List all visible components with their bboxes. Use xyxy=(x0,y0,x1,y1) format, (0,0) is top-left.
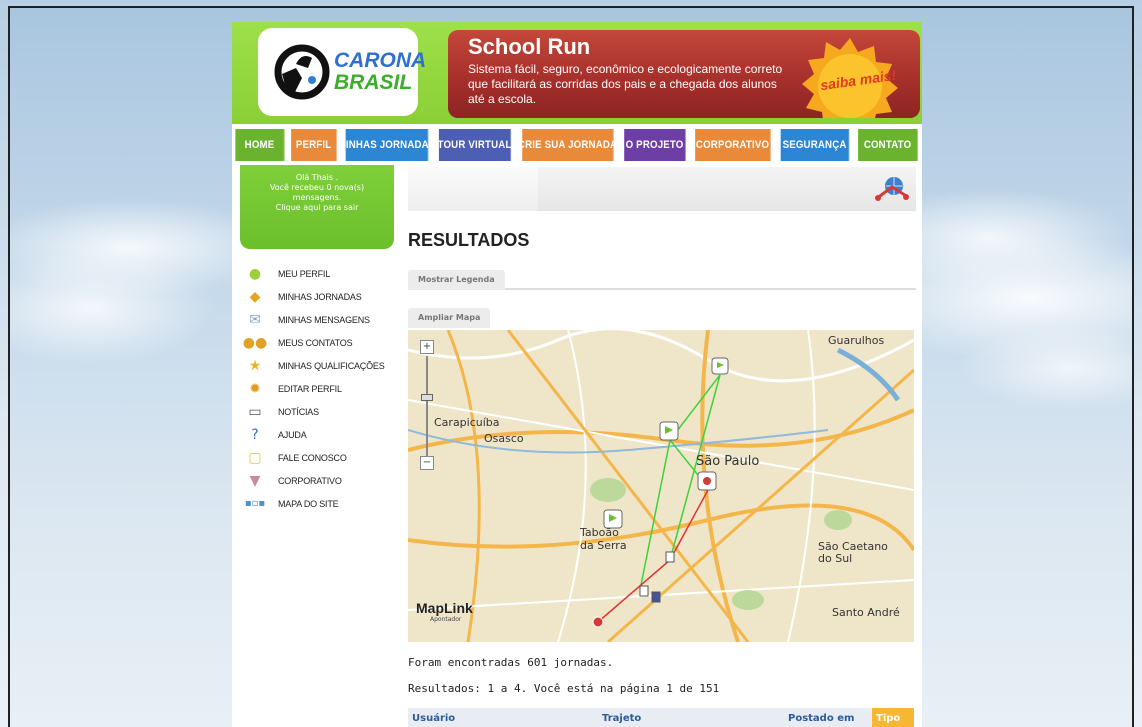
user-greeting-box: Olá Thais . Você recebeu 0 nova(s) mensa… xyxy=(240,165,394,249)
map-label-da-serra: da Serra xyxy=(580,539,627,552)
sidebar-item-label: CORPORATIVO xyxy=(278,475,342,486)
show-legend-tab[interactable]: Mostrar Legenda xyxy=(408,270,505,290)
mail-icon: ✉ xyxy=(249,311,261,328)
help-icon: ? xyxy=(251,426,259,443)
content-top-bar xyxy=(408,167,916,211)
banner-text: Sistema fácil, seguro, econômico e ecolo… xyxy=(468,62,783,106)
logo-text: CARONA BRASIL xyxy=(334,50,426,94)
nav-minhas-jornadas[interactable]: MINHAS JORNADAS xyxy=(338,129,435,161)
map-marker-icon xyxy=(697,471,717,491)
results-table-header: Usuário Trajeto Postado em Tipo xyxy=(408,708,914,727)
column-header-postado-em[interactable]: Postado em xyxy=(784,708,872,727)
nav-tour-virtual[interactable]: TOUR VIRTUAL xyxy=(438,129,511,161)
pagination-info: Resultados: 1 a 4. Você está na página 1… xyxy=(408,682,720,695)
nav-o-projeto[interactable]: O PROJETO xyxy=(624,129,686,161)
sidebar-item-label: MINHAS MENSAGENS xyxy=(278,314,370,325)
zoom-track[interactable] xyxy=(426,356,428,456)
news-icon: ▭ xyxy=(248,403,262,420)
sidebar-item-fale-conosco[interactable]: ▢ FALE CONOSCO xyxy=(244,446,404,469)
map-roads xyxy=(408,330,914,642)
map-label-carapicuiba: Carapicuíba xyxy=(434,416,500,429)
maplink-logo: MapLink xyxy=(416,600,473,616)
map-label-sao-paulo: São Paulo xyxy=(696,454,760,469)
school-run-banner[interactable]: School Run Sistema fácil, seguro, econôm… xyxy=(448,30,920,118)
logout-link[interactable]: Clique aqui para sair xyxy=(240,203,394,213)
site-header: CARONA BRASIL School Run Sistema fácil, … xyxy=(232,22,922,124)
sidebar-item-minhas-jornadas[interactable]: ◆ MINHAS JORNADAS xyxy=(244,285,404,308)
nav-home[interactable]: HOME xyxy=(235,129,285,161)
column-header-tipo[interactable]: Tipo xyxy=(872,708,914,727)
sidebar-item-label: MEU PERFIL xyxy=(278,268,331,279)
route-map[interactable]: Guarulhos Carapicuíba Osasco São Paulo T… xyxy=(408,330,914,642)
top-bar-tab xyxy=(408,167,538,211)
sidebar-item-mapa-do-site[interactable]: ▪▫▪ MAPA DO SITE xyxy=(244,492,404,515)
logo-line-2: BRASIL xyxy=(334,71,413,94)
nav-contato[interactable]: CONTATO xyxy=(858,129,918,161)
banner-title: School Run xyxy=(468,34,591,59)
page-title: RESULTADOS xyxy=(408,230,530,250)
site-container: CARONA BRASIL School Run Sistema fácil, … xyxy=(232,22,922,727)
sidebar-item-meu-perfil[interactable]: ● MEU PERFIL xyxy=(244,262,404,285)
sidebar-item-editar-perfil[interactable]: ✹ EDITAR PERFIL xyxy=(244,377,404,400)
sidebar-item-minhas-mensagens[interactable]: ✉ MINHAS MENSAGENS xyxy=(244,308,404,331)
zoom-control: + − xyxy=(420,340,434,472)
sidebar-item-ajuda[interactable]: ? AJUDA xyxy=(244,423,404,446)
map-tab-bar: Ampliar Mapa xyxy=(408,308,916,328)
sidebar-item-minhas-qualificacoes[interactable]: ★ MINHAS QUALIFICAÇÕES xyxy=(244,354,404,377)
map-label-taboao: Taboão xyxy=(580,526,619,539)
maplink-subtext: Apontador xyxy=(430,616,462,623)
zoom-out-button[interactable]: − xyxy=(420,456,434,470)
sidebar-item-label: MINHAS JORNADAS xyxy=(278,291,362,302)
sidebar-item-label: AJUDA xyxy=(278,429,307,440)
nav-perfil[interactable]: PERFIL xyxy=(291,129,337,161)
messages-text[interactable]: Você recebeu 0 nova(s) xyxy=(240,183,394,193)
main-nav: HOME PERFIL MINHAS JORNADAS TOUR VIRTUAL… xyxy=(232,129,922,161)
sidebar-item-meus-contatos[interactable]: ●● MEUS CONTATOS xyxy=(242,331,404,354)
nav-seguranca[interactable]: SEGURANÇA xyxy=(780,129,850,161)
sidebar-item-label: MEUS CONTATOS xyxy=(278,337,353,348)
tie-icon: ▼ xyxy=(249,472,261,489)
map-label-santo-andre: Santo André xyxy=(832,606,900,619)
logo-line-1: CARONA xyxy=(334,49,427,72)
nav-crie-sua-jornada[interactable]: CRIE SUA JORNADA xyxy=(518,129,617,161)
map-label-guarulhos: Guarulhos xyxy=(828,334,885,347)
sidebar-item-noticias[interactable]: ▭ NOTÍCIAS xyxy=(244,400,404,423)
zoom-in-button[interactable]: + xyxy=(420,340,434,354)
map-marker-icon xyxy=(711,357,729,375)
column-header-trajeto[interactable]: Trajeto xyxy=(598,708,784,727)
legend-tab-bar: Mostrar Legenda xyxy=(408,270,916,290)
contacts-icon: ●● xyxy=(242,334,268,351)
chat-icon: ▢ xyxy=(248,449,262,466)
sidebar-menu: ● MEU PERFIL ◆ MINHAS JORNADAS ✉ MINHAS … xyxy=(242,262,404,515)
sitemap-icon: ▪▫▪ xyxy=(244,498,266,509)
globe-network-icon[interactable] xyxy=(874,173,910,203)
sidebar-item-label: EDITAR PERFIL xyxy=(278,383,342,394)
map-label-do-sul: do Sul xyxy=(818,552,853,565)
column-header-usuario[interactable]: Usuário xyxy=(408,708,598,727)
star-icon: ★ xyxy=(248,357,262,374)
nav-corporativo[interactable]: CORPORATIVO xyxy=(695,129,771,161)
sidebar-item-label: MINHAS QUALIFICAÇÕES xyxy=(278,360,385,371)
sidebar-item-label: FALE CONOSCO xyxy=(278,452,347,463)
sidebar-item-corporativo[interactable]: ▼ CORPORATIVO xyxy=(244,469,404,492)
gear-icon: ✹ xyxy=(249,380,261,397)
map-marker-icon xyxy=(659,421,679,441)
messages-text-2: mensagens. xyxy=(292,193,342,202)
zoom-slider-handle[interactable] xyxy=(421,394,433,401)
results-count: Foram encontradas 601 jornadas. xyxy=(408,656,614,669)
person-icon: ● xyxy=(248,265,262,282)
road-sign-icon: ◆ xyxy=(249,288,261,305)
logo[interactable]: CARONA BRASIL xyxy=(258,28,426,116)
sidebar-item-label: MAPA DO SITE xyxy=(278,498,339,509)
sidebar-item-label: NOTÍCIAS xyxy=(278,406,319,417)
greeting-text: Olá Thais . xyxy=(295,173,339,182)
expand-map-tab[interactable]: Ampliar Mapa xyxy=(408,308,491,328)
steering-wheel-logo-icon xyxy=(274,44,330,100)
map-label-osasco: Osasco xyxy=(484,432,524,445)
